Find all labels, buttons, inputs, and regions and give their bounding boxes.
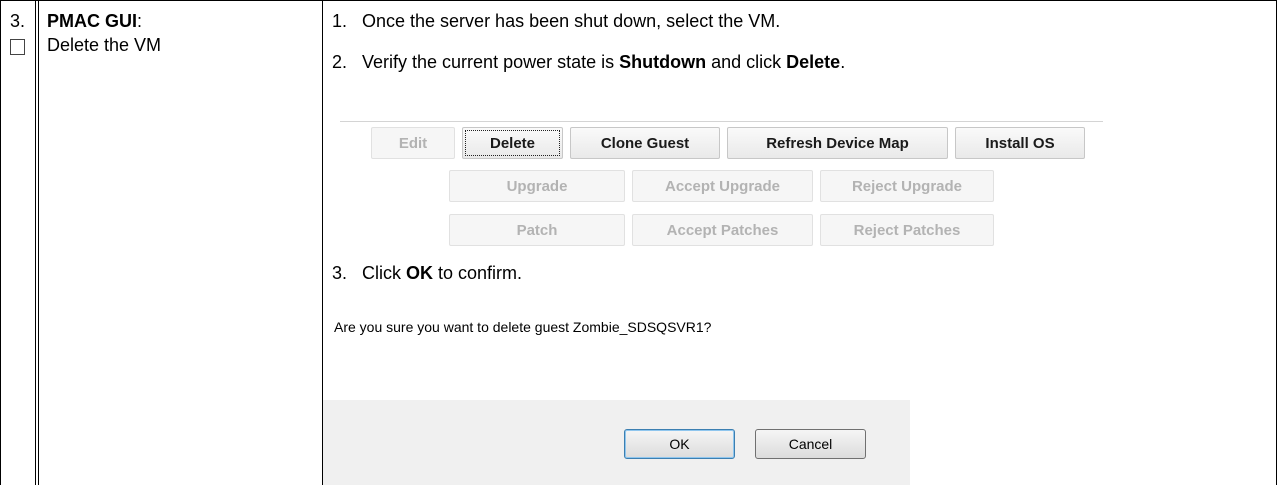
instruction-1-text: Once the server has been shut down, sele…: [362, 11, 781, 31]
step-title-colon: :: [137, 11, 143, 31]
instruction-3-post: to confirm.: [433, 263, 523, 283]
toolbar-top-separator: [340, 121, 1103, 122]
step-checkbox[interactable]: [10, 39, 25, 55]
instruction-3-pre: Click: [362, 263, 406, 283]
instruction-2-bold-delete: Delete: [786, 52, 841, 72]
instruction-3-text: Click OK to confirm.: [362, 262, 522, 284]
instruction-2-post: .: [840, 52, 846, 72]
accept-patches-button[interactable]: Accept Patches: [632, 214, 813, 246]
instruction-2-mid: and click: [706, 52, 787, 72]
instruction-3-bold-ok: OK: [406, 263, 433, 283]
column-divider-1: [35, 0, 36, 485]
step-title: PMAC GUI:: [47, 10, 142, 32]
step-description: Delete the VM: [47, 35, 162, 55]
reject-upgrade-button[interactable]: Reject Upgrade: [820, 170, 994, 202]
confirm-message: Are you sure you want to delete guest Zo…: [334, 319, 712, 335]
ok-button[interactable]: OK: [624, 429, 735, 459]
instruction-2-pre: Verify the current power state is: [362, 52, 620, 72]
patch-button[interactable]: Patch: [449, 214, 625, 246]
table-top-border: [0, 0, 1277, 1]
column-divider-2: [38, 0, 39, 485]
cancel-button[interactable]: Cancel: [755, 429, 866, 459]
upgrade-button[interactable]: Upgrade: [449, 170, 625, 202]
step-number: 3.: [10, 11, 26, 31]
instruction-1-number: 1.: [332, 11, 348, 31]
accept-upgrade-button[interactable]: Accept Upgrade: [632, 170, 813, 202]
instruction-3-number: 3.: [332, 263, 348, 283]
clone-guest-button[interactable]: Clone Guest: [570, 127, 720, 159]
edit-button[interactable]: Edit: [371, 127, 455, 159]
instruction-2-number: 2.: [332, 52, 348, 72]
reject-patches-button[interactable]: Reject Patches: [820, 214, 994, 246]
step-title-label: PMAC GUI: [47, 11, 137, 31]
instruction-2-text: Verify the current power state is Shutdo…: [362, 51, 845, 73]
refresh-device-map-button[interactable]: Refresh Device Map: [727, 127, 948, 159]
dialog-footer: OK Cancel: [323, 400, 910, 485]
table-left-border: [0, 0, 1, 485]
delete-button[interactable]: Delete: [462, 127, 563, 159]
install-os-button[interactable]: Install OS: [955, 127, 1085, 159]
instruction-2-bold-shutdown: Shutdown: [619, 52, 707, 72]
